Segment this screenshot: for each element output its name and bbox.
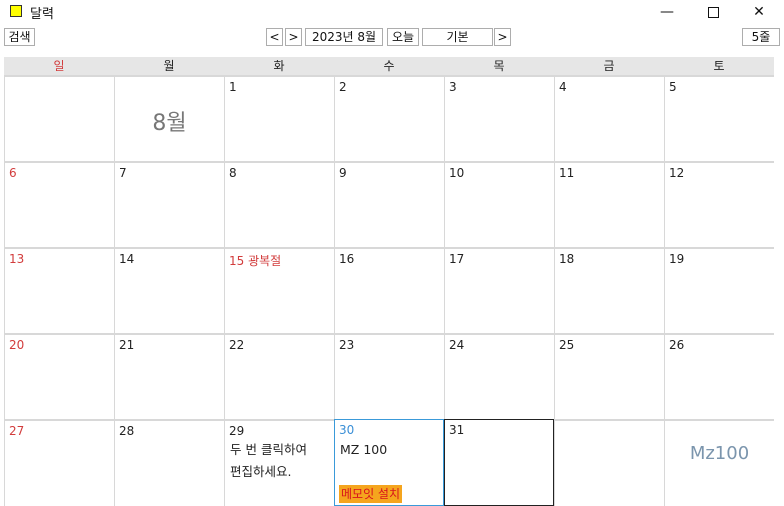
day-cell[interactable]: 11: [554, 161, 664, 247]
day-cell[interactable]: 5: [664, 75, 774, 161]
weekday-tue: 화: [273, 59, 285, 73]
app-icon: [10, 5, 22, 17]
day-number: 7: [119, 166, 127, 180]
day-number: 4: [559, 80, 567, 94]
day-number: 14: [119, 252, 135, 266]
day-cell[interactable]: 8: [224, 161, 334, 247]
day-number: 2: [339, 80, 347, 94]
weekday-sun: 일: [53, 59, 65, 73]
view-mode-selector[interactable]: 기본: [422, 28, 493, 46]
prev-month-button[interactable]: <: [266, 28, 283, 46]
day-number: 9: [339, 166, 347, 180]
weekday-fri: 금: [603, 59, 615, 73]
next-month-button[interactable]: >: [285, 28, 302, 46]
month-selector[interactable]: 2023년 8월: [305, 28, 383, 46]
edit-hint-line2: 편집하세요.: [230, 464, 292, 479]
day-cell[interactable]: 17: [444, 247, 554, 333]
day-number: 29: [229, 424, 245, 438]
day-number: 16: [339, 252, 355, 266]
day-cell[interactable]: 29 두 번 클릭하여 편집하세요.: [224, 419, 334, 506]
day-cell[interactable]: 2: [334, 75, 444, 161]
day-number: 24: [449, 338, 465, 352]
window-title: 달력: [30, 7, 54, 22]
day-number: 26: [669, 338, 685, 352]
edit-hint-line1: 두 번 클릭하여: [230, 442, 307, 457]
today-day-number: 30: [339, 423, 355, 437]
minimize-button[interactable]: —: [644, 0, 690, 24]
day-number: 19: [669, 252, 685, 266]
day-cell[interactable]: 20: [4, 333, 114, 419]
month-label: 8월: [152, 111, 187, 136]
today-cell[interactable]: 30 MZ 100 메모잇 설치: [334, 419, 444, 506]
weekday-mon: 월: [163, 59, 175, 73]
memo-install-link[interactable]: 메모잇 설치: [339, 485, 403, 503]
day-cell[interactable]: 27: [4, 419, 114, 506]
day-number: 12: [669, 166, 685, 180]
day-cell[interactable]: [4, 75, 114, 161]
day-number: 8: [229, 166, 237, 180]
day-number: 28: [119, 424, 135, 438]
view-next-button[interactable]: >: [494, 28, 511, 46]
weekday-sat: 토: [713, 59, 725, 73]
title-bar: 달력 — ✕: [0, 0, 784, 24]
day-number: 3: [449, 80, 457, 94]
day-number: 18: [559, 252, 575, 266]
day-cell[interactable]: 24: [444, 333, 554, 419]
day-cell[interactable]: 25: [554, 333, 664, 419]
day-cell[interactable]: 14: [114, 247, 224, 333]
day-number: 10: [449, 166, 465, 180]
weekday-wed: 수: [383, 59, 395, 73]
day-cell[interactable]: 21: [114, 333, 224, 419]
day-cell[interactable]: 13: [4, 247, 114, 333]
weekday-header: 일 월 화 수 목 금 토: [4, 57, 774, 75]
day-number: 27: [9, 424, 25, 438]
day-cell[interactable]: 4: [554, 75, 664, 161]
day-cell[interactable]: 23: [334, 333, 444, 419]
selected-day-cell[interactable]: 31: [444, 419, 554, 506]
close-button[interactable]: ✕: [736, 0, 782, 24]
day-number: 13: [9, 252, 25, 266]
day-cell[interactable]: 18: [554, 247, 664, 333]
maximize-button[interactable]: [690, 0, 736, 24]
day-number: 6: [9, 166, 17, 180]
day-cell[interactable]: 7: [114, 161, 224, 247]
weekday-thu: 목: [493, 59, 505, 73]
day-cell[interactable]: 10: [444, 161, 554, 247]
day-cell[interactable]: 6: [4, 161, 114, 247]
day-number: 20: [9, 338, 25, 352]
day-number: 1: [229, 80, 237, 94]
day-cell[interactable]: [554, 419, 664, 506]
holiday-day-number: 15 광복절: [229, 254, 282, 268]
day-number: 17: [449, 252, 465, 266]
day-cell[interactable]: 9: [334, 161, 444, 247]
day-number: 31: [449, 423, 465, 437]
search-button[interactable]: 검색: [4, 28, 35, 46]
day-number: 21: [119, 338, 135, 352]
day-cell[interactable]: 8월: [114, 75, 224, 161]
maximize-icon: [707, 6, 719, 18]
day-cell[interactable]: 28: [114, 419, 224, 506]
day-cell[interactable]: 15 광복절: [224, 247, 334, 333]
day-cell[interactable]: 26: [664, 333, 774, 419]
day-cell[interactable]: 16: [334, 247, 444, 333]
day-cell[interactable]: 3: [444, 75, 554, 161]
day-cell[interactable]: 19: [664, 247, 774, 333]
day-cell[interactable]: 22: [224, 333, 334, 419]
today-button[interactable]: 오늘: [387, 28, 419, 46]
day-number: 23: [339, 338, 355, 352]
rows-selector[interactable]: 5줄: [742, 28, 780, 46]
event-entry[interactable]: MZ 100: [340, 439, 387, 461]
brand-label: Mz100: [689, 443, 750, 464]
day-number: 25: [559, 338, 575, 352]
day-cell[interactable]: 12: [664, 161, 774, 247]
day-number: 22: [229, 338, 245, 352]
day-number: 11: [559, 166, 575, 180]
day-number: 5: [669, 80, 677, 94]
day-cell[interactable]: Mz100: [664, 419, 774, 506]
day-cell[interactable]: 1: [224, 75, 334, 161]
calendar-grid: 일 월 화 수 목 금 토 8월 1 2 3 4 5 6 7 8 9 10 11…: [4, 57, 774, 506]
